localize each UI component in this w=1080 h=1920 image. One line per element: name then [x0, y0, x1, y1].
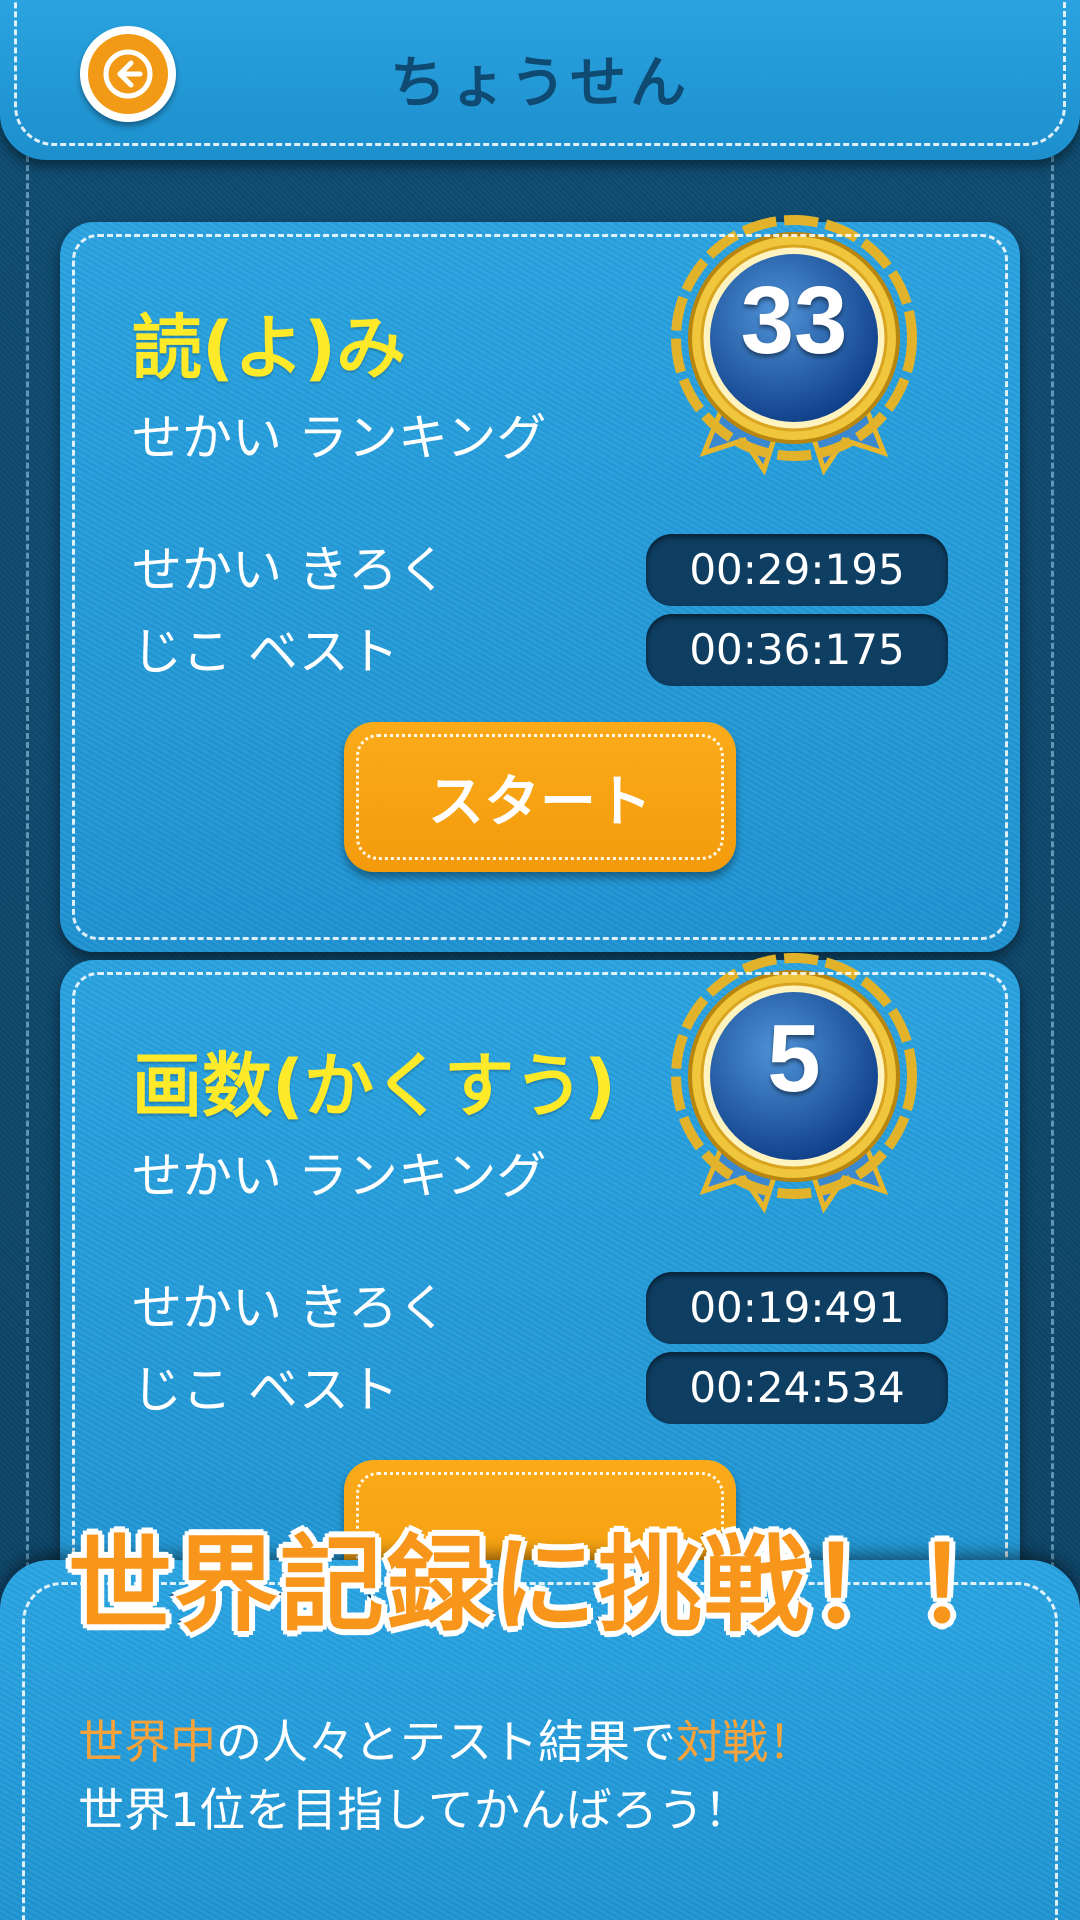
rank-number: 33: [740, 267, 848, 374]
start-button[interactable]: スタート: [344, 722, 736, 872]
personal-best-label: じこ ベスト: [132, 623, 399, 681]
personal-best-time: 00:24:534: [646, 1352, 948, 1424]
promo-text-line-2: 世界1位を目指してかんばろう！: [78, 1783, 750, 1837]
world-ranking-label: せかい ランキング: [132, 409, 547, 467]
promo-text-line-1: 世界中の人々とテスト結果で対戦！: [78, 1706, 814, 1772]
start-button-label: スタート: [428, 769, 652, 835]
world-record-label: せかい きろく: [132, 541, 448, 599]
world-record-label: せかい きろく: [132, 1279, 448, 1337]
back-button[interactable]: [80, 26, 176, 122]
personal-best-time: 00:36:175: [646, 614, 948, 686]
rank-medal-icon: 33: [664, 208, 924, 488]
card-title: 読(よ)み: [132, 307, 406, 389]
challenge-card-reading: 読(よ)み せかい ランキング 33 せかい きろく じこ ベスト 00:29:…: [60, 215, 1020, 952]
rank-medal-icon: 5: [664, 946, 924, 1226]
page-title: ちょうせん: [390, 51, 690, 116]
world-record-time: 00:29:195: [646, 534, 948, 606]
back-arrow-icon: [103, 49, 153, 99]
card-title: 画数(かくすう): [132, 1045, 616, 1127]
promo-text: の人々とテスト結果で: [216, 1715, 676, 1769]
personal-best-label: じこ ベスト: [132, 1361, 399, 1419]
promo-highlight: 対戦！: [676, 1715, 814, 1769]
header-bar: ちょうせん: [0, 0, 1080, 160]
rank-number: 5: [767, 1005, 821, 1112]
promo-highlight: 世界中: [78, 1715, 216, 1769]
promo-headline: 世界記録に挑戦！！: [65, 1521, 1023, 1649]
world-record-time: 00:19:491: [646, 1272, 948, 1344]
world-ranking-label: せかい ランキング: [132, 1147, 547, 1205]
